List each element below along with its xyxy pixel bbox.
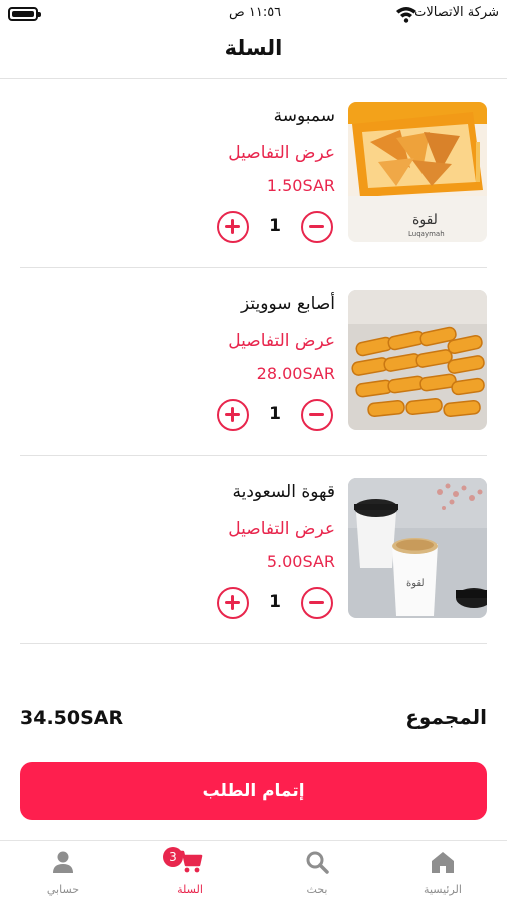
cart-item: لقوة قهوة السعودية عرض التفاصيل 5.00SAR … <box>0 456 507 644</box>
item-price: 28.00SAR <box>256 364 335 383</box>
view-details-link[interactable]: عرض التفاصيل <box>228 519 335 539</box>
tab-home[interactable]: الرئيسية <box>380 841 506 900</box>
search-icon <box>306 851 329 874</box>
item-quantity: 1 <box>269 404 281 424</box>
tab-bar: الرئيسية بحث 3 السلة حسابي <box>0 840 507 900</box>
decrease-quantity-button[interactable] <box>301 399 333 431</box>
home-icon <box>432 852 454 873</box>
person-icon <box>53 851 73 873</box>
checkout-button[interactable]: إتمام الطلب <box>20 762 487 820</box>
tab-label: الرئيسية <box>424 883 462 896</box>
cart-item: أصابع سوويتز عرض التفاصيل 28.00SAR 1 <box>0 268 507 456</box>
svg-text:Luqaymah: Luqaymah <box>408 230 445 238</box>
cart-item: لقوة Luqaymah سمبوسة عرض التفاصيل 1.50SA… <box>0 80 507 268</box>
total-label: المجموع <box>405 705 487 729</box>
tab-label: حسابي <box>46 883 80 896</box>
total-value: 34.50SAR <box>20 707 124 729</box>
samosa-box-photo[interactable]: لقوة Luqaymah <box>348 102 487 242</box>
increase-quantity-button[interactable] <box>217 211 249 243</box>
decrease-quantity-button[interactable] <box>301 211 333 243</box>
tab-search[interactable]: بحث <box>254 841 380 900</box>
battery-icon <box>8 7 41 21</box>
status-time: ١١:٥٦ ص <box>229 5 282 20</box>
increase-quantity-button[interactable] <box>217 587 249 619</box>
item-price: 1.50SAR <box>266 176 335 195</box>
svg-text:لقوة: لقوة <box>412 212 438 228</box>
tab-label: بحث <box>306 883 328 896</box>
view-details-link[interactable]: عرض التفاصيل <box>228 331 335 351</box>
item-divider <box>20 643 487 644</box>
sweet-rolls-photo[interactable] <box>348 290 487 430</box>
decrease-quantity-button[interactable] <box>301 587 333 619</box>
item-name: قهوة السعودية <box>232 482 335 502</box>
tab-cart[interactable]: 3 السلة <box>127 841 253 900</box>
page-title: السلة <box>224 36 283 60</box>
item-price: 5.00SAR <box>266 552 335 571</box>
coffee-cups-photo[interactable]: لقوة <box>348 478 487 618</box>
increase-quantity-button[interactable] <box>217 399 249 431</box>
item-name: أصابع سوويتز <box>241 294 335 314</box>
item-quantity: 1 <box>269 592 281 612</box>
tab-account[interactable]: حسابي <box>0 841 126 900</box>
header-divider <box>0 78 507 79</box>
view-details-link[interactable]: عرض التفاصيل <box>228 143 335 163</box>
tab-label: السلة <box>177 883 203 896</box>
carrier-name: شركة الاتصالات <box>414 5 499 20</box>
cart-count-badge: 3 <box>163 847 183 867</box>
item-name: سمبوسة <box>273 106 335 126</box>
status-bar: ١١:٥٦ ص شركة الاتصالات <box>0 0 507 30</box>
item-quantity: 1 <box>269 216 281 236</box>
svg-text:لقوة: لقوة <box>406 578 425 589</box>
